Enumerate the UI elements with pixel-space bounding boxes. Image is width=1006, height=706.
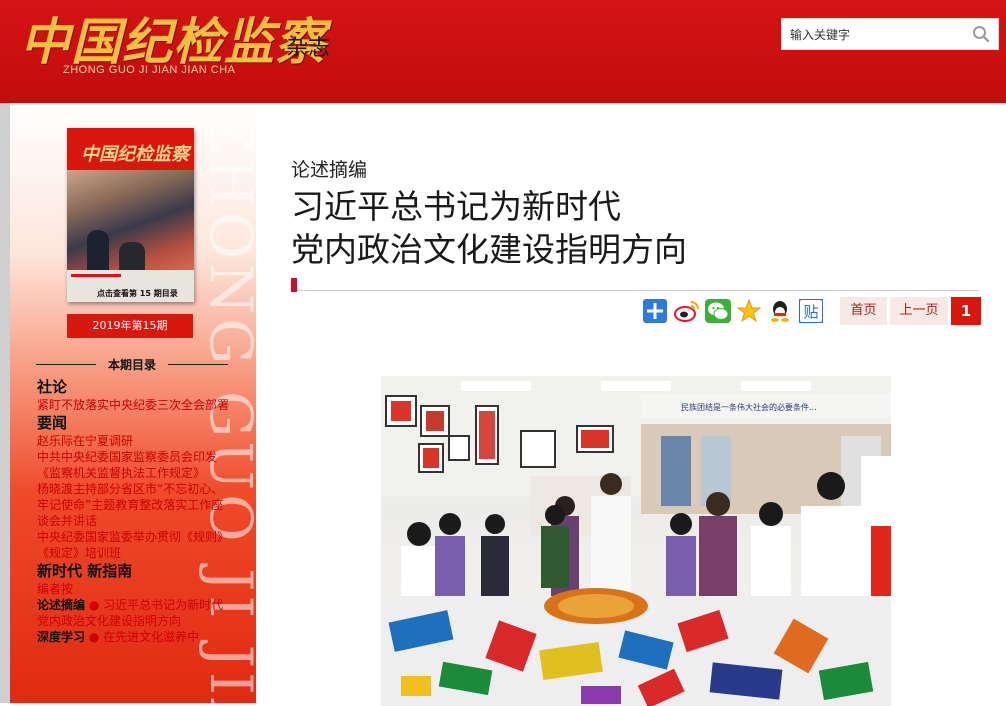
toc-category: 社论 <box>37 378 68 396</box>
site-header: 中国纪检监察 ZHONG GUO JI JIAN JIAN CHA 杂志 <box>0 0 1006 103</box>
toc-item-label: ● 在先进文化滋养中 <box>85 630 200 644</box>
title-line: 习近平总书记为新时代 <box>291 187 621 226</box>
weibo-icon[interactable] <box>674 299 699 323</box>
magazine-cover[interactable]: 中国纪检监察 点击查看第 15 期目录 <box>67 128 194 302</box>
divider <box>168 364 228 365</box>
qzone-star-icon[interactable] <box>736 298 762 323</box>
left-edge-strip <box>0 103 10 703</box>
toc-item[interactable]: 深度学习 ● 在先进文化滋养中 <box>37 629 233 645</box>
divider <box>297 290 979 291</box>
svg-text:贴: 贴 <box>803 303 818 321</box>
toc-item[interactable]: 赵乐际在宁夏调研 <box>37 433 233 449</box>
toc-item[interactable]: 论述摘编 ● 习近平总书记为新时代党内政治文化建设指明方向 <box>37 597 233 629</box>
toc-item[interactable]: 中央纪委国家监委举办贯彻《规则》《规定》培训班 <box>37 529 233 561</box>
wechat-icon[interactable] <box>705 299 731 323</box>
article-title: 习近平总书记为新时代 党内政治文化建设指明方向 <box>291 185 811 271</box>
toc-item-column: 论述摘编 <box>37 598 86 612</box>
prev-page-button[interactable]: 上一页 <box>890 297 948 325</box>
section-label: 论述摘编 <box>291 159 368 181</box>
article-main: 论述摘编 习近平总书记为新时代 党内政治文化建设指明方向 贴 首页 上一页 1 <box>256 103 1006 706</box>
first-page-button[interactable]: 首页 <box>840 297 887 325</box>
issue-button[interactable]: 2019年第15期 <box>67 314 193 338</box>
issue-sidebar: ZHONG GUO JI JIAN 中国纪检监察 点击查看第 15 期目录 20… <box>10 103 256 703</box>
search-icon[interactable] <box>972 25 990 43</box>
qq-icon[interactable] <box>768 299 792 323</box>
toc-item[interactable]: 杨晓渡主持部分省区市“不忘初心、牢记使命”主题教育整改落实工作座谈会并讲话 <box>37 481 233 529</box>
cover-accent-bar <box>71 274 121 277</box>
plus-share-icon[interactable] <box>643 299 667 323</box>
current-page: 1 <box>951 297 981 325</box>
article-photo: 民族团结是一条伟大社会的必要条件... <box>381 376 891 706</box>
toc-category: 要闻 <box>37 414 68 432</box>
toc-category: 新时代 新指南 <box>37 562 133 580</box>
cover-caption: 点击查看第 15 期目录 <box>97 289 178 298</box>
toc-item[interactable]: 中共中央纪委国家监察委员会印发《监察机关监督执法工作规定》 <box>37 449 233 481</box>
toc-item[interactable]: 紧盯不放落实中央纪委三次全会部署 <box>37 397 233 413</box>
search-input[interactable] <box>782 19 972 51</box>
cover-masthead: 中国纪检监察 <box>67 128 194 170</box>
search-box <box>781 18 999 51</box>
site-logo-pinyin: ZHONG GUO JI JIAN JIAN CHA <box>63 64 236 76</box>
toc-item-column: 深度学习 <box>37 630 86 644</box>
title-line: 党内政治文化建设指明方向 <box>291 230 687 269</box>
tieba-icon[interactable]: 贴 <box>798 298 824 324</box>
cover-title: 中国纪检监察 <box>81 144 189 165</box>
toc-item[interactable]: 编者按 <box>37 581 233 597</box>
svg-text:民族团结是一条伟大社会的必要条件...: 民族团结是一条伟大社会的必要条件... <box>681 402 817 412</box>
table-of-contents: 社论 紧盯不放落实中央纪委三次全会部署 要闻 赵乐际在宁夏调研 中共中央纪委国家监察委员… <box>37 377 233 645</box>
site-logo-suffix: 杂志 <box>286 36 331 61</box>
toc-heading: 本期目录 <box>36 356 228 372</box>
cover-photo <box>67 170 194 285</box>
